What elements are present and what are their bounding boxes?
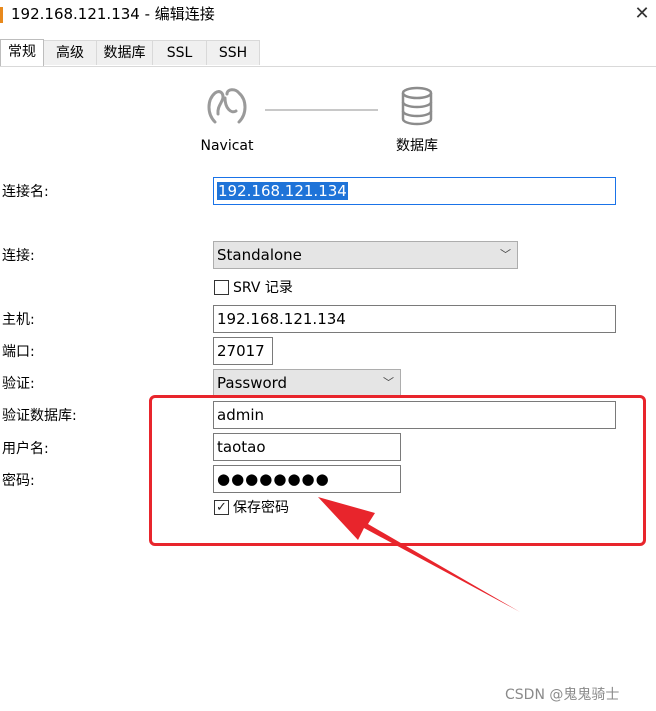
navicat-icon xyxy=(207,88,247,124)
database-icon xyxy=(401,86,433,126)
tab-general[interactable]: 常规 xyxy=(0,39,44,66)
client-label: Navicat xyxy=(200,138,254,154)
connection-type-select[interactable]: Standalone ﹀ xyxy=(213,241,518,269)
srv-checkbox[interactable] xyxy=(214,280,229,295)
connector-line xyxy=(265,109,378,111)
tab-ssh[interactable]: SSH xyxy=(206,40,260,65)
connection-name-label: 连接名: xyxy=(2,184,49,200)
title-bar: 192.168.121.134 - 编辑连接 ✕ xyxy=(0,0,656,30)
connection-type-value: Standalone xyxy=(217,246,302,264)
chevron-down-icon: ﹀ xyxy=(383,376,394,389)
tab-ssl[interactable]: SSL xyxy=(152,40,207,65)
username-label: 用户名: xyxy=(2,441,49,457)
chevron-down-icon: ﹀ xyxy=(500,248,511,261)
port-input[interactable]: 27017 xyxy=(213,337,273,365)
password-label: 密码: xyxy=(2,473,35,489)
tab-bar: 常规 高级 数据库 SSL SSH xyxy=(0,39,656,67)
port-label: 端口: xyxy=(2,344,35,360)
window-title: 192.168.121.134 - 编辑连接 xyxy=(11,5,215,23)
auth-select[interactable]: Password ﹀ xyxy=(213,369,401,397)
app-icon xyxy=(0,7,3,23)
annotation-arrow xyxy=(318,497,520,612)
host-input[interactable]: 192.168.121.134 xyxy=(213,305,616,333)
tab-databases[interactable]: 数据库 xyxy=(96,40,153,65)
close-button[interactable]: ✕ xyxy=(630,2,654,26)
tab-advanced[interactable]: 高级 xyxy=(43,40,97,65)
auth-db-label: 验证数据库: xyxy=(2,408,77,424)
srv-label: SRV 记录 xyxy=(233,280,293,296)
connection-type-label: 连接: xyxy=(2,248,35,264)
connection-name-value: 192.168.121.134 xyxy=(217,182,348,200)
host-label: 主机: xyxy=(2,312,35,328)
auth-label: 验证: xyxy=(2,376,35,392)
watermark: CSDN @鬼鬼骑士 xyxy=(505,687,620,703)
server-label: 数据库 xyxy=(396,138,438,154)
connection-name-input[interactable]: 192.168.121.134 xyxy=(213,177,616,205)
auth-value: Password xyxy=(217,374,288,392)
